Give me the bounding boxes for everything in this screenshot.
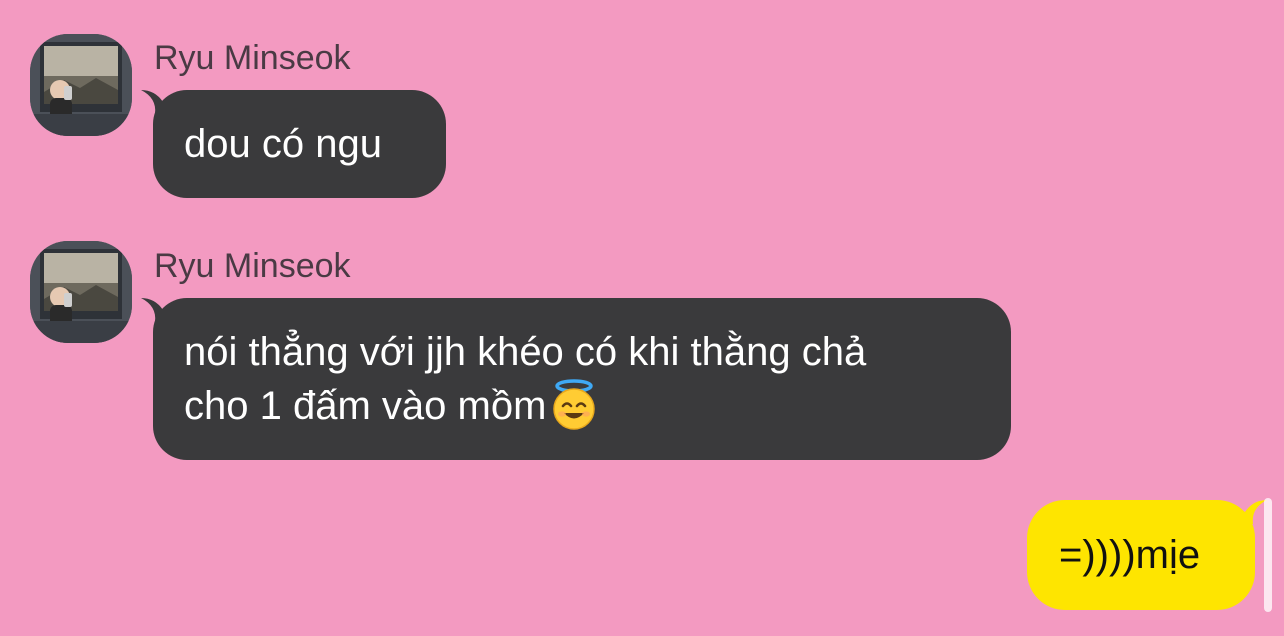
- message-bubble[interactable]: nói thẳng với jjh khéo có khi thằng chả …: [141, 298, 1011, 460]
- message-text-line-with-emoji: cho 1 đấm vào mồm: [184, 379, 980, 433]
- message-bubble[interactable]: dou có ngu: [141, 90, 446, 198]
- smiling-face-with-halo-icon: [553, 379, 596, 430]
- message-text: =))))mịe: [1059, 533, 1201, 577]
- scrollbar[interactable]: [1264, 498, 1272, 612]
- avatar[interactable]: [30, 241, 132, 343]
- bubble-tail: [141, 298, 177, 322]
- message-text: dou có ngu: [184, 122, 382, 166]
- message-text-line: cho 1 đấm vào mồm: [184, 384, 547, 428]
- message-bubble[interactable]: =))))mịe: [1027, 500, 1267, 610]
- bubble-tail: [1231, 500, 1267, 524]
- sender-name: Ryu Minseok: [154, 39, 351, 77]
- bubble-tail: [141, 90, 177, 114]
- sender-name: Ryu Minseok: [154, 247, 351, 285]
- message-text-line: nói thẳng với jjh khéo có khi thằng chả: [184, 330, 867, 374]
- avatar[interactable]: [30, 34, 132, 136]
